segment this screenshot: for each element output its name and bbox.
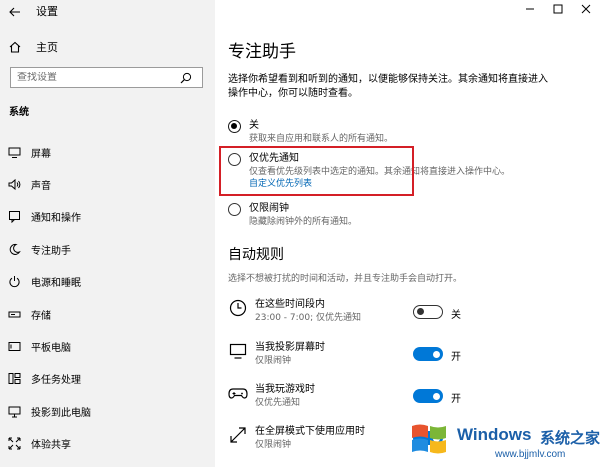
window-controls [516, 0, 600, 18]
sidebar-item-power[interactable]: 电源和睡眠 [0, 266, 215, 298]
notification-icon [7, 210, 21, 224]
sidebar-item-label: 屏幕 [31, 148, 51, 160]
gamepad-icon [228, 383, 248, 403]
rule-title: 当我玩游戏时 [255, 384, 315, 395]
rule-subtitle: 23:00 - 7:00; 仅优先通知 [255, 313, 362, 323]
window-title: 设置 [36, 5, 58, 18]
option-title: 关 [249, 120, 259, 131]
sidebar-item-label: 多任务处理 [31, 375, 81, 387]
power-icon [7, 275, 21, 289]
sidebar-item-sound[interactable]: 声音 [0, 168, 215, 200]
toggle-state-label: 开 [451, 352, 461, 363]
display-icon [7, 145, 21, 159]
page-title: 专注助手 [228, 42, 296, 62]
tablet-icon [7, 340, 21, 354]
main-panel: 专注助手 选择你希望看到和听到的通知，以便能够保持关注。其余通知将直接进入操作中… [215, 0, 600, 467]
sidebar-item-focus-assist[interactable]: 专注助手 [0, 233, 215, 265]
home-label: 主页 [36, 41, 58, 54]
sidebar-item-label: 电源和睡眠 [31, 278, 81, 290]
monitor-icon [228, 341, 248, 361]
minimize-icon[interactable] [516, 0, 544, 18]
sidebar-item-storage[interactable]: 存储 [0, 298, 215, 330]
sidebar-item-label: 体验共享 [31, 440, 71, 452]
sidebar-item-notifications[interactable]: 通知和操作 [0, 201, 215, 233]
sidebar-item-tablet[interactable]: 平板电脑 [0, 330, 215, 362]
radio-off[interactable] [228, 120, 241, 133]
rule-title: 当我投影屏幕时 [255, 342, 325, 353]
sidebar-nav: 屏幕 声音 通知和操作 专注助手 电源和睡眠 存储 平板电脑 多任务处理 投影到… [0, 136, 215, 460]
option-subtitle: 隐藏除闹钟外的所有通知。 [249, 217, 358, 227]
auto-rules-heading: 自动规则 [228, 247, 284, 263]
sidebar-item-label: 声音 [31, 181, 51, 193]
rule-subtitle: 仅优先通知 [255, 398, 301, 408]
option-title: 仅限闹钟 [249, 203, 289, 214]
sidebar-item-multitasking[interactable]: 多任务处理 [0, 363, 215, 395]
focus-option-priority[interactable]: 仅优先通知 仅查看优先级列表中选定的通知。其余通知将直接进入操作中心。 自定义优… [228, 151, 588, 191]
toggle-state-label: 开 [451, 394, 461, 405]
sidebar-item-label: 通知和操作 [31, 213, 81, 225]
rule-gaming-toggle[interactable] [413, 389, 443, 403]
fullscreen-icon [228, 425, 248, 445]
focus-option-alarms[interactable]: 仅限闹钟 隐藏除闹钟外的所有通知。 [228, 201, 588, 228]
sidebar-item-label: 投影到此电脑 [31, 407, 91, 419]
option-title: 仅优先通知 [249, 153, 299, 164]
rule-title: 在这些时间段内 [255, 299, 325, 310]
close-icon[interactable] [572, 0, 600, 18]
radio-priority[interactable] [228, 153, 241, 166]
option-subtitle: 获取来自应用和联系人的所有通知。 [249, 134, 394, 144]
multitask-icon [7, 372, 21, 386]
share-icon [7, 437, 21, 451]
search-box [10, 67, 203, 88]
speaker-icon [7, 178, 21, 192]
sidebar-item-display[interactable]: 屏幕 [0, 136, 215, 168]
rule-fullscreen-toggle[interactable] [413, 431, 443, 445]
section-label: 系统 [9, 107, 29, 118]
sidebar-item-label: 专注助手 [31, 245, 71, 257]
search-icon[interactable] [178, 70, 194, 86]
rule-projecting-toggle[interactable] [413, 347, 443, 361]
radio-alarms[interactable] [228, 203, 241, 216]
option-subtitle: 仅查看优先级列表中选定的通知。其余通知将直接进入操作中心。 [249, 167, 511, 177]
moon-icon [7, 242, 21, 256]
page-description: 选择你希望看到和听到的通知，以便能够保持关注。其余通知将直接进入操作中心，你可以… [228, 74, 548, 99]
sidebar-item-project[interactable]: 投影到此电脑 [0, 395, 215, 427]
sidebar-item-shared-experiences[interactable]: 体验共享 [0, 428, 215, 460]
customize-priority-link[interactable]: 自定义优先列表 [249, 178, 510, 191]
storage-icon [7, 307, 21, 321]
focus-option-off[interactable]: 关 获取来自应用和联系人的所有通知。 [228, 118, 588, 145]
search-input[interactable] [11, 72, 176, 83]
home-nav-item[interactable]: 主页 [0, 36, 215, 58]
maximize-icon[interactable] [544, 0, 572, 18]
sidebar: 设置 主页 系统 屏幕 声音 通知和操作 [0, 0, 215, 467]
toggle-state-label: 关 [451, 310, 461, 321]
auto-rules-description: 选择不想被打扰的时间和活动，并且专注助手会自动打开。 [228, 274, 463, 284]
rule-time-range-toggle[interactable] [413, 305, 443, 319]
home-icon [7, 39, 23, 55]
rule-title: 在全屏模式下使用应用时 [255, 426, 365, 437]
project-icon [7, 404, 21, 418]
rule-subtitle: 仅限闹钟 [255, 356, 292, 366]
clock-icon [228, 298, 248, 318]
sidebar-item-label: 平板电脑 [31, 343, 71, 355]
sidebar-item-label: 存储 [31, 310, 51, 322]
back-arrow-icon[interactable] [8, 4, 22, 18]
rule-subtitle: 仅限闹钟 [255, 440, 292, 450]
